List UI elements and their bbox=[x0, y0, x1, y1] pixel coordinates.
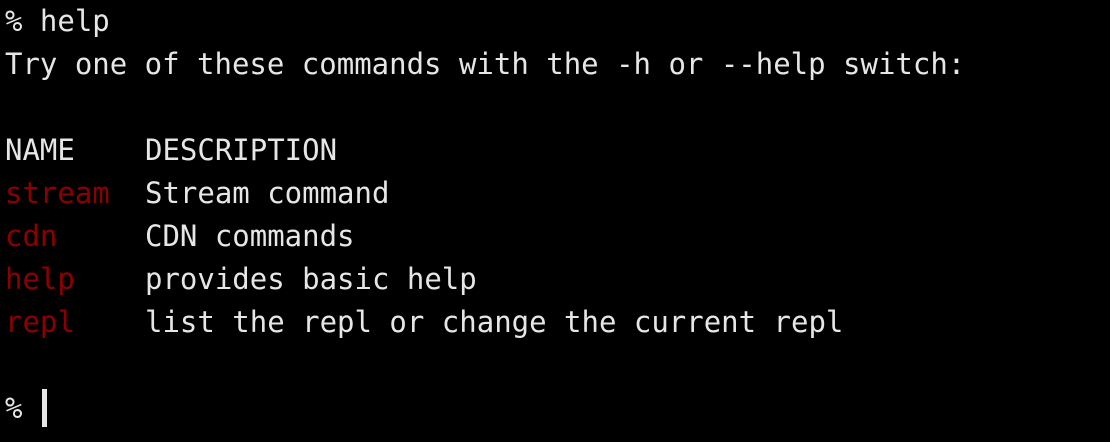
command-description: Stream command bbox=[145, 176, 390, 210]
intro-text: Try one of these commands with the -h or… bbox=[5, 47, 966, 81]
header-name: NAME bbox=[5, 133, 75, 167]
prompt-command-line: % help bbox=[5, 4, 110, 38]
command-name: help bbox=[5, 262, 75, 296]
terminal-window[interactable]: % help Try one of these commands with th… bbox=[0, 0, 1110, 442]
table-header-row: NAME DESCRIPTION bbox=[5, 129, 1110, 172]
input-prompt-line[interactable]: % bbox=[5, 387, 1110, 430]
prompt-symbol: % bbox=[5, 391, 40, 425]
table-row: cdn CDN commands bbox=[5, 215, 1110, 258]
command-name: cdn bbox=[5, 219, 58, 253]
header-description: DESCRIPTION bbox=[145, 133, 338, 167]
table-row: stream Stream command bbox=[5, 172, 1110, 215]
command-name: stream bbox=[5, 176, 110, 210]
command-name: repl bbox=[5, 305, 75, 339]
command-description: CDN commands bbox=[145, 219, 355, 253]
table-row: help provides basic help bbox=[5, 258, 1110, 301]
command-description: provides basic help bbox=[145, 262, 477, 296]
command-description: list the repl or change the current repl bbox=[145, 305, 844, 339]
table-row: repl list the repl or change the current … bbox=[5, 301, 1110, 344]
text-cursor bbox=[41, 389, 47, 427]
